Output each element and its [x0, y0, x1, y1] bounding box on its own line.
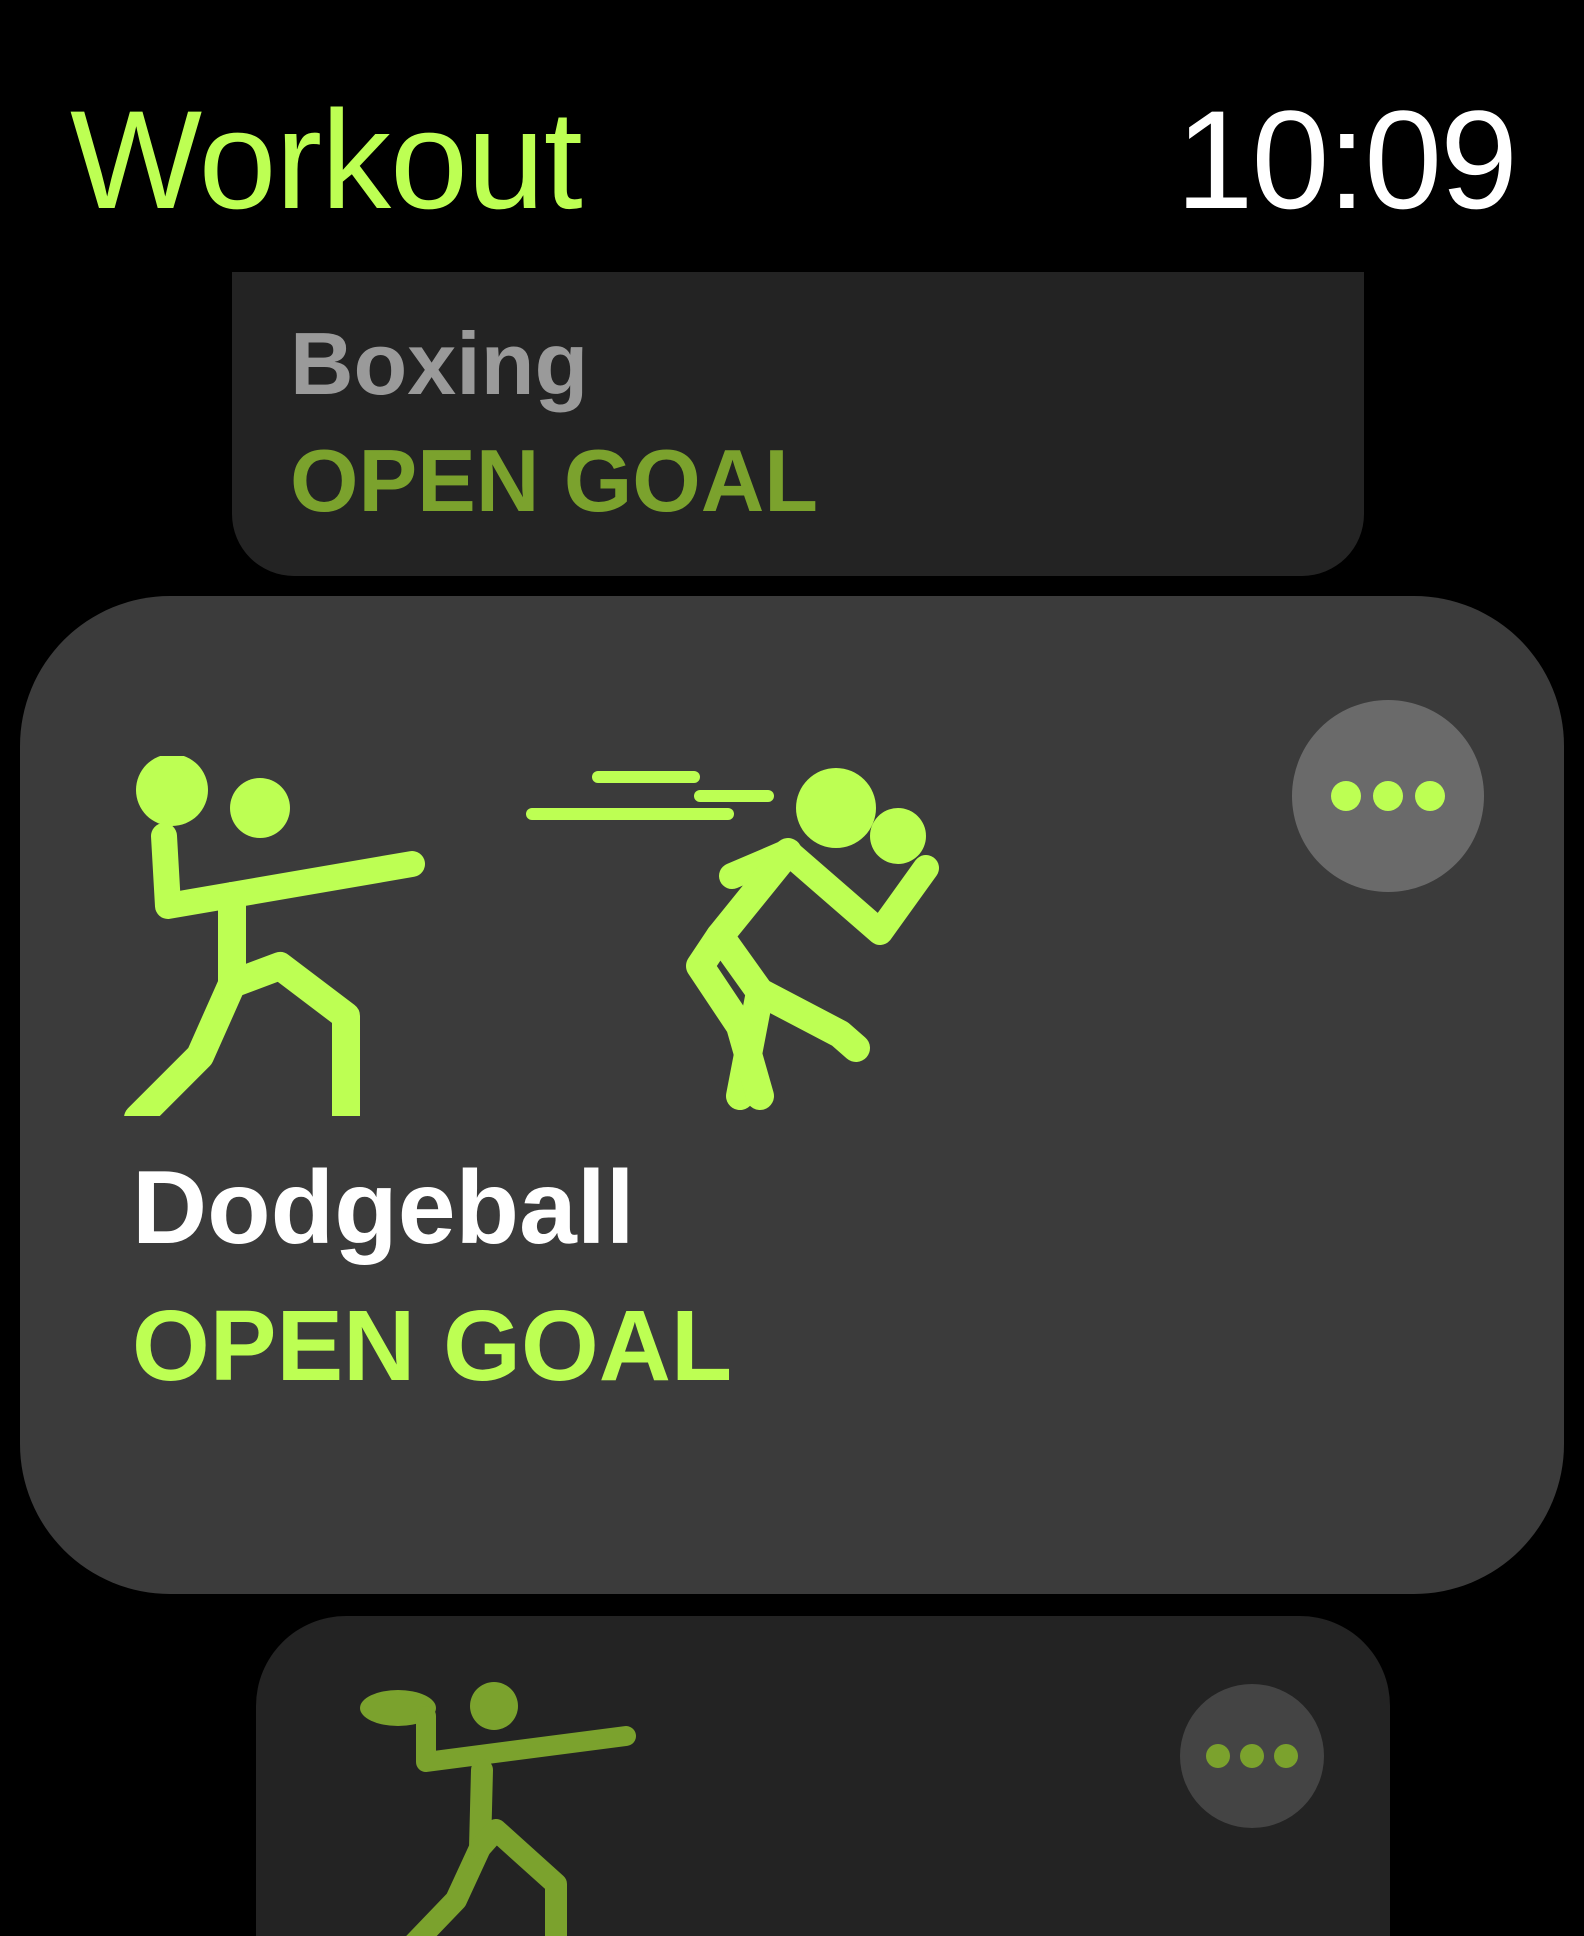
ellipsis-dot	[1274, 1744, 1298, 1768]
ellipsis-dot	[1206, 1744, 1230, 1768]
ellipsis-dot	[1415, 781, 1445, 811]
clock-time: 10:09	[1175, 81, 1518, 238]
workout-card-american-football[interactable]	[256, 1616, 1390, 1936]
dodgeball-icon	[120, 754, 970, 1132]
more-options-button[interactable]	[1292, 700, 1484, 892]
workout-goal: OPEN GOAL	[132, 1290, 733, 1402]
workout-screen: Workout 10:09 Boxing OPEN GOAL Dodgeball…	[0, 0, 1584, 1936]
app-title: Workout	[70, 81, 583, 238]
more-options-button[interactable]	[1180, 1684, 1324, 1828]
american-football-icon	[356, 1680, 636, 1936]
workout-name: Boxing	[290, 314, 589, 413]
workout-name: Dodgeball	[132, 1150, 635, 1266]
ellipsis-dot	[1373, 781, 1403, 811]
ellipsis-dot	[1331, 781, 1361, 811]
workout-card-dodgeball[interactable]: Dodgeball OPEN GOAL	[20, 596, 1564, 1594]
workout-goal: OPEN GOAL	[290, 431, 819, 530]
workout-card-boxing[interactable]: Boxing OPEN GOAL	[232, 272, 1364, 576]
ellipsis-dot	[1240, 1744, 1264, 1768]
